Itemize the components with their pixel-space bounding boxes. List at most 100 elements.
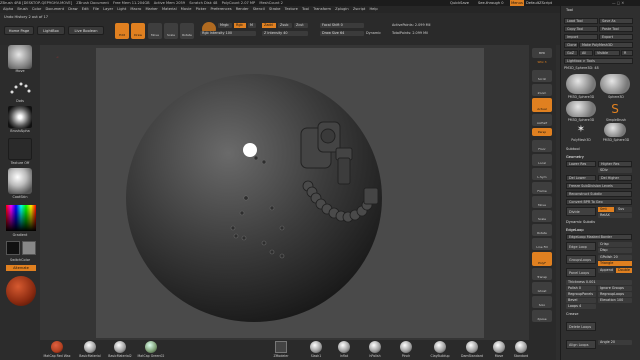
floor-button[interactable]: Floor (532, 140, 552, 152)
menu-item[interactable]: Help (369, 7, 377, 11)
divide-button[interactable]: Divide (566, 207, 596, 216)
edge-loop-button[interactable]: Edge Loop (566, 242, 596, 251)
scale-button[interactable]: Scale (164, 23, 178, 39)
delete-loops-button[interactable]: Delete Loops (566, 322, 596, 331)
dynamic-subdiv-header[interactable]: Dynamic Subdiv (566, 220, 626, 225)
viewport-model[interactable] (96, 48, 484, 338)
freeze-subdiv-button[interactable]: Freeze SubDivision Levels (566, 183, 632, 189)
reconstruct-subdiv-button[interactable]: Reconstruct Subdiv (566, 191, 632, 197)
del-higher-button[interactable]: Del Higher (598, 175, 632, 181)
menu-item[interactable]: Macro (130, 7, 141, 11)
simple-brush-icon[interactable]: S (606, 101, 624, 117)
tool-thumb-sphere[interactable] (566, 74, 596, 94)
persp-button[interactable]: Persp (532, 128, 552, 136)
ghost-button[interactable]: Ghost (532, 282, 552, 294)
align-loops-button[interactable]: Align Loops (566, 340, 596, 349)
loops-slider[interactable]: Loops 4 (566, 304, 596, 309)
damstandard-brush-icon[interactable] (466, 341, 478, 353)
color-picker[interactable] (6, 205, 36, 231)
alpha-thumbnail[interactable] (8, 106, 32, 128)
rgb-toggle[interactable]: Rgb (234, 23, 246, 28)
r-button[interactable]: R (621, 50, 633, 56)
switch-color-button[interactable]: SwitchColor (4, 258, 36, 263)
geometry-header[interactable]: Geometry (566, 155, 606, 160)
polyf-button[interactable]: PolyF (532, 252, 552, 266)
rgb-intensity-slider[interactable]: Rgb Intensity 100 (200, 31, 256, 36)
slash-brush-icon[interactable] (310, 341, 322, 353)
make-polymesh-button[interactable]: Make PolyMesh3D (579, 42, 633, 48)
move-button[interactable]: Move (148, 23, 162, 39)
regroup-loops-toggle[interactable]: RegroupLoops (598, 292, 632, 297)
inflat-brush-icon[interactable] (338, 341, 350, 353)
append-toggle[interactable]: Append (598, 268, 614, 273)
save-as-button[interactable]: Save As (599, 18, 633, 24)
menu-item[interactable]: Draw (68, 7, 77, 11)
goz-button[interactable]: GoZ (564, 50, 578, 56)
menu-item[interactable]: Transform (313, 7, 331, 11)
draw-size-slider[interactable]: Draw Size 64 (320, 31, 364, 36)
focal-shift-slider[interactable]: Focal Shift 0 (320, 23, 364, 28)
menu-item[interactable]: Picker (196, 7, 207, 11)
menu-item[interactable]: Zscript (353, 7, 365, 11)
menu-item[interactable]: Stroke (269, 7, 280, 11)
menu-item[interactable]: Alpha (3, 7, 13, 11)
mrgb-toggle[interactable]: Mrgb (218, 23, 232, 28)
zadd-toggle[interactable]: Zadd (262, 23, 276, 28)
stroke-dots-icon[interactable] (8, 78, 32, 98)
window-controls[interactable]: — ▢ ✕ (612, 1, 636, 5)
export-button[interactable]: Export (599, 34, 633, 40)
higher-res-button[interactable]: Higher Res (598, 161, 632, 167)
edgeloop-masked-button[interactable]: EdgeLoop Masked Border (566, 234, 632, 240)
menu-item[interactable]: Document (45, 7, 64, 11)
view-rotate-button[interactable]: Rotate (532, 224, 552, 236)
menu-item[interactable]: Stencil (253, 7, 265, 11)
thickness-slider[interactable]: Thickness 0.001 (566, 280, 632, 285)
pinch-brush-icon[interactable] (400, 341, 412, 353)
relax-toggle[interactable]: RelAX (598, 213, 632, 218)
draw-button[interactable]: Draw (131, 23, 145, 39)
bevel-slider[interactable]: Bevel (566, 298, 596, 303)
tool-thumb-pm3d[interactable] (566, 101, 596, 117)
visible-button[interactable]: Visible (594, 50, 620, 56)
menu-item[interactable]: Texture (285, 7, 298, 11)
aahalf-button[interactable]: AAHalf (532, 114, 552, 126)
alternate-button[interactable]: Alternate (6, 265, 36, 271)
lower-res-button[interactable]: Lower Res (566, 161, 596, 167)
lsym-button[interactable]: L.Sym (532, 168, 552, 180)
tool-thumb-pm3d-2[interactable] (604, 123, 626, 137)
undo-history[interactable]: Undo History 2 out of 17 (4, 15, 64, 20)
smt-toggle[interactable]: Smt (598, 207, 614, 212)
zoom-button[interactable]: Zoom (532, 84, 552, 96)
menu-item[interactable]: Tool (302, 7, 309, 11)
polish-slider[interactable]: Polish 0 (566, 286, 596, 291)
zmodeler-icon[interactable] (275, 341, 287, 353)
gpolish-slider[interactable]: GPolish 20 (598, 255, 632, 260)
zcut-toggle[interactable]: Zcut (294, 23, 308, 28)
subtool-header[interactable]: Subtool (566, 147, 606, 152)
move-brush-icon[interactable] (493, 341, 505, 353)
main-color-swatch[interactable] (22, 241, 36, 255)
import-button[interactable]: Import (564, 34, 598, 40)
spix-slider[interactable]: SPix 3 (532, 60, 552, 65)
home-page-button[interactable]: Home Page (4, 26, 34, 35)
menu-item[interactable]: Zplugin (335, 7, 349, 11)
crease-header[interactable]: Crease (566, 312, 626, 317)
elevation-slider[interactable]: Elevation 100 (598, 298, 632, 303)
m-toggle[interactable]: M (248, 23, 256, 28)
menu-item[interactable]: Color (32, 7, 41, 11)
line-fill-button[interactable]: Line Fill (532, 238, 552, 250)
angle-slider[interactable]: Angle 20 (598, 340, 632, 345)
triangle-toggle[interactable]: Triangle (598, 261, 632, 266)
ignore-groups-toggle[interactable]: Ignore Groups (598, 286, 632, 291)
menu-item[interactable]: Material (162, 7, 177, 11)
hpolish-brush-icon[interactable] (369, 341, 381, 353)
dynamic-toggle[interactable]: Dynamic (366, 31, 386, 36)
live-boolean-button[interactable]: Live Boolean (68, 26, 104, 35)
solo-button[interactable]: Solo (532, 296, 552, 308)
del-lower-button[interactable]: Del Lower (566, 175, 596, 181)
secondary-color-swatch[interactable] (6, 241, 20, 255)
menu-item[interactable]: File (93, 7, 99, 11)
current-tool-slider[interactable]: PM3D_Sphere3D: 48 (564, 66, 633, 71)
view-scale-button[interactable]: Scale (532, 210, 552, 222)
convert-bpr-button[interactable]: Convert BPR To Geo (566, 199, 632, 205)
